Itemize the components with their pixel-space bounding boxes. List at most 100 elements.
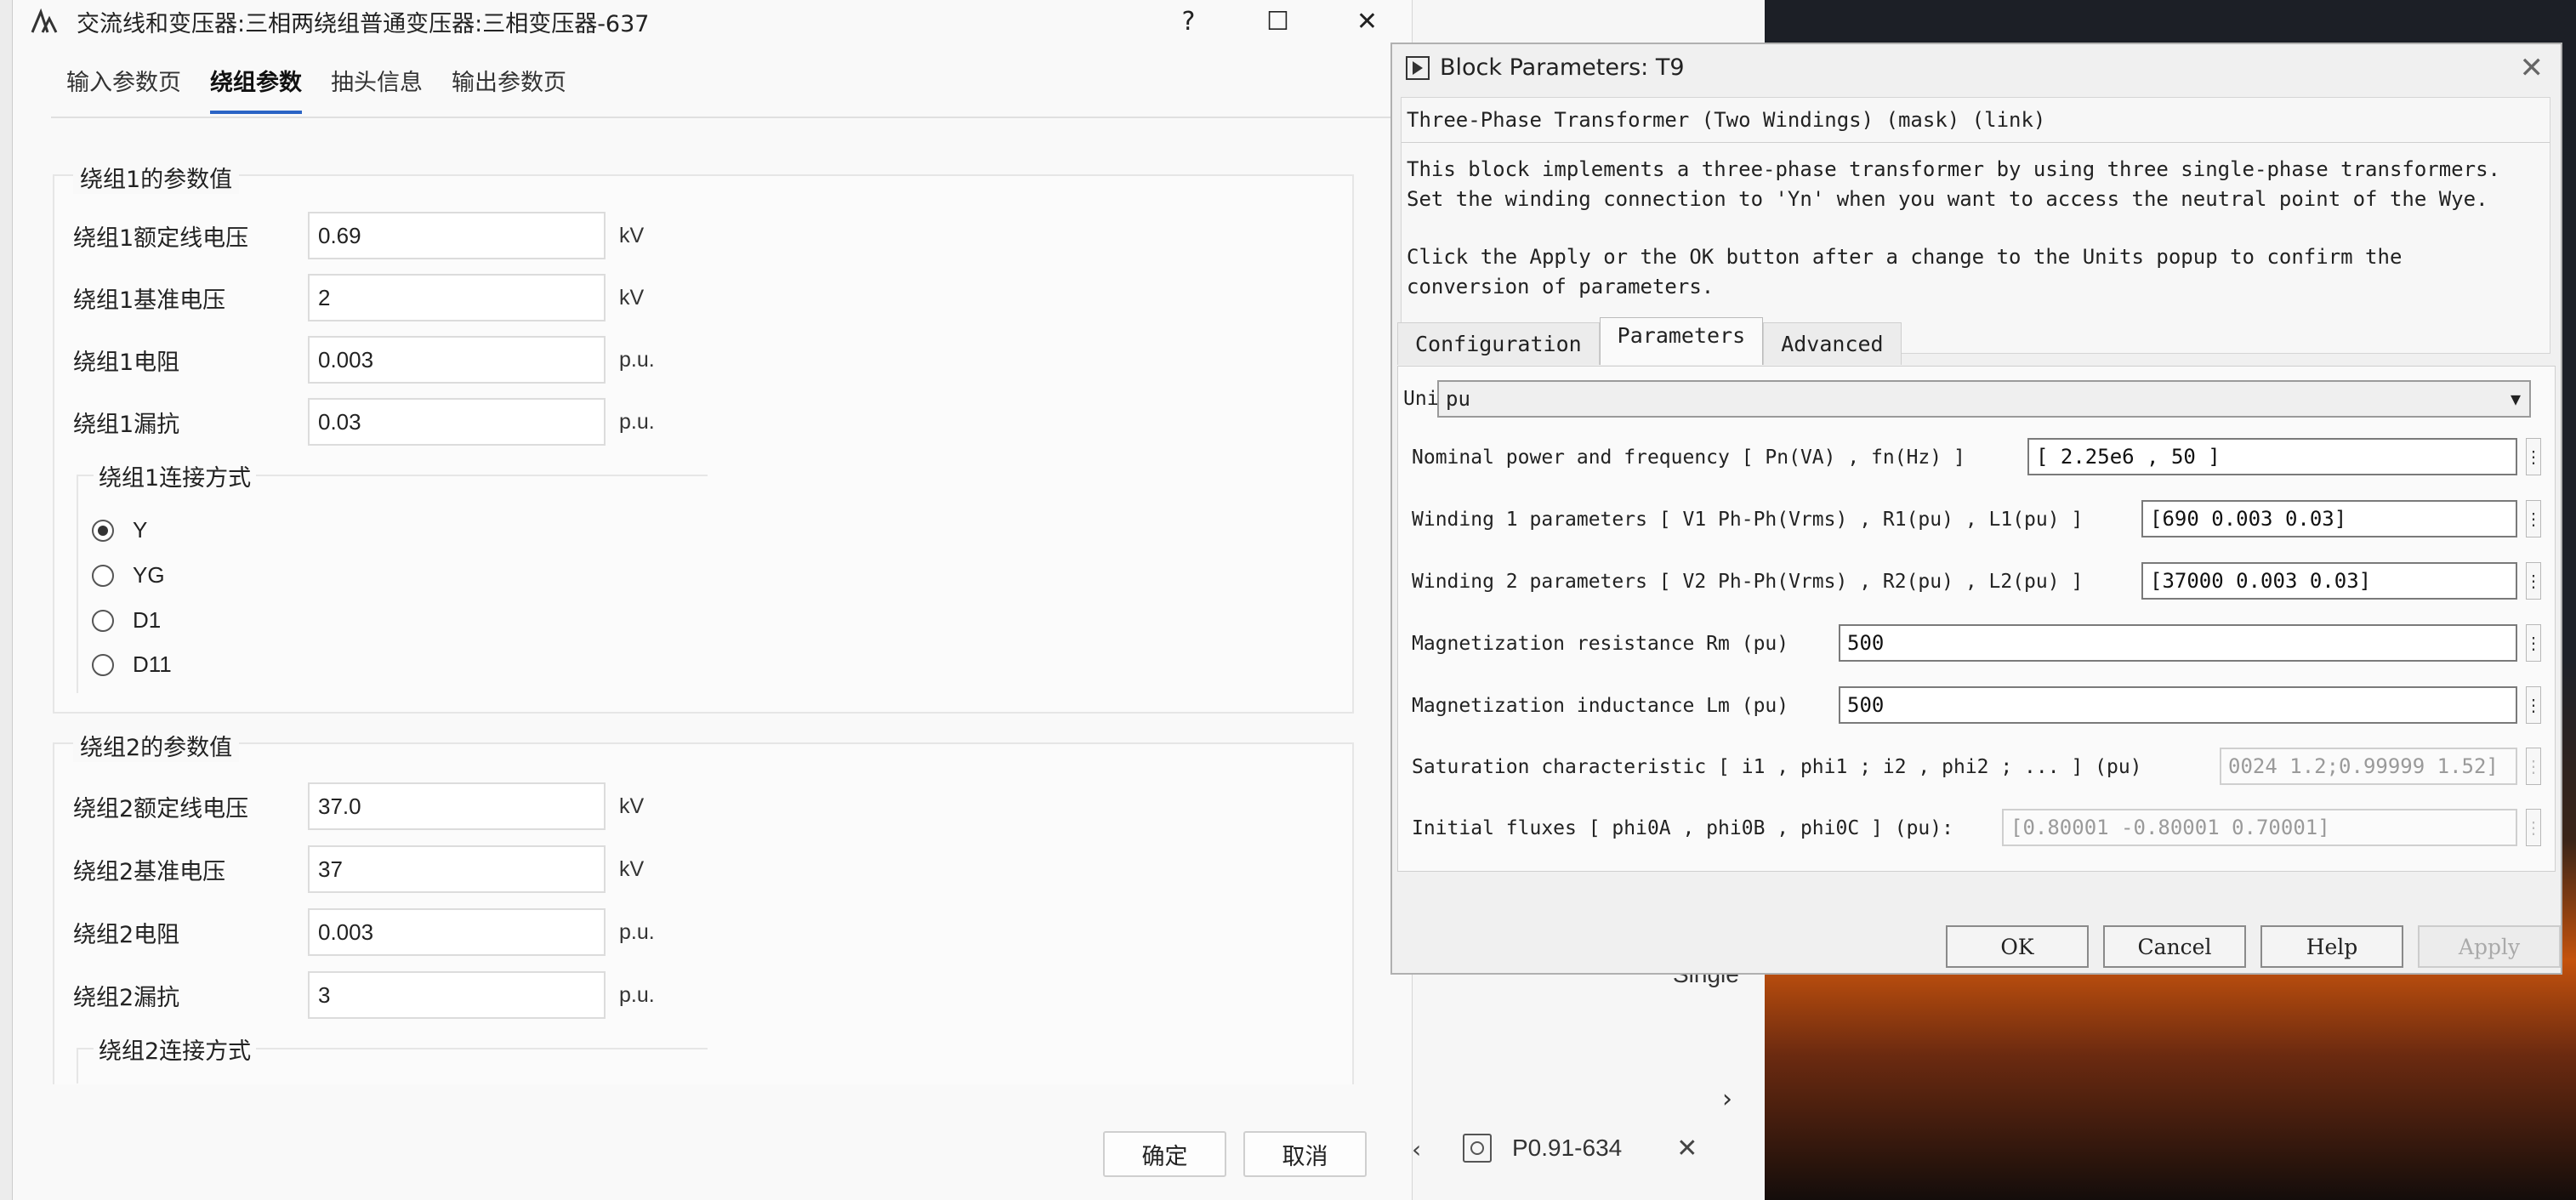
field-label: 绕组2基准电压 — [73, 858, 226, 885]
field-label: 绕组1基准电压 — [73, 287, 226, 314]
initial-fluxes-input[interactable]: [0.80001 -0.80001 0.70001] — [2002, 809, 2517, 846]
tab-output-params[interactable]: 输出参数页 — [452, 64, 566, 114]
winding1-base-voltage-row: 绕组1基准电压 2 kV — [73, 272, 644, 323]
winding1-resistance-row: 绕组1电阻 0.003 p.u. — [73, 334, 655, 385]
radio-icon — [92, 609, 114, 632]
param-label: Saturation characteristic [ i1 , phi1 ; … — [1412, 756, 2142, 778]
saturation-input[interactable]: 0024 1.2;0.99999 1.52] — [2220, 748, 2517, 785]
winding2-reactance-row: 绕组2漏抗 3 p.u. — [73, 970, 655, 1021]
bp-title: Block Parameters: T9 — [1440, 54, 1685, 81]
param-label: Winding 2 parameters [ V2 Ph-Ph(Vrms) , … — [1412, 571, 2084, 593]
param-label: Magnetization resistance Rm (pu) — [1412, 633, 1789, 655]
nominal-power-input[interactable]: [ 2.25e6 , 50 ] — [2027, 438, 2517, 475]
radio-selected-icon — [92, 519, 114, 542]
unit-label: p.u. — [619, 919, 655, 944]
magnetization-resistance-input[interactable]: 500 — [1839, 624, 2517, 662]
winding2-reactance-input[interactable]: 3 — [308, 971, 606, 1019]
magnetization-resistance-label: Magnetization resistance Rm (pu) — [1412, 624, 1788, 663]
winding1-resistance-input[interactable]: 0.003 — [308, 336, 606, 384]
field-label: 绕组2漏抗 — [73, 984, 180, 1011]
winding1-params-input[interactable]: [690 0.003 0.03] — [2141, 500, 2517, 537]
mask-title: Three-Phase Transformer (Two Windings) (… — [1407, 108, 2046, 132]
unit-label: kV — [619, 223, 645, 247]
units-select-value: pu — [1446, 387, 1470, 411]
window-edge — [0, 0, 13, 1200]
mask-description-panel: Three-Phase Transformer (Two Windings) (… — [1401, 97, 2550, 354]
description-line: Set the winding connection to 'Yn' when … — [1407, 187, 2488, 211]
winding2-params-label: Winding 2 parameters [ V2 Ph-Ph(Vrms) , … — [1412, 562, 2083, 601]
unit-label: p.u. — [619, 347, 655, 372]
field-label: 绕组2电阻 — [73, 921, 180, 948]
more-options-icon[interactable]: ⋮ — [2525, 748, 2542, 785]
param-label: Winding 1 parameters [ V1 Ph-Ph(Vrms) , … — [1412, 509, 2084, 531]
help-button[interactable]: ? — [1144, 0, 1233, 43]
radio-d11[interactable]: D11 — [92, 651, 172, 678]
unit-label: kV — [619, 285, 645, 310]
field-label: 绕组1额定线电压 — [73, 225, 249, 252]
field-label: 绕组1电阻 — [73, 349, 180, 376]
block-parameters-dialog: Block Parameters: T9 ✕ Three-Phase Trans… — [1390, 43, 2562, 975]
app-logo-icon — [31, 8, 61, 34]
cancel-button[interactable]: Cancel — [2103, 925, 2246, 968]
more-options-icon[interactable]: ⋮ — [2525, 500, 2542, 537]
winding2-connection-box: 绕组2连接方式 — [77, 1032, 708, 1083]
radio-d1[interactable]: D1 — [92, 607, 161, 634]
scroll-right-arrow-icon[interactable]: › — [1722, 1084, 1732, 1114]
unit-label: p.u. — [619, 982, 655, 1007]
saturation-label: Saturation characteristic [ i1 , phi1 ; … — [1412, 748, 2142, 787]
tab-close-icon[interactable]: ✕ — [1676, 1134, 1697, 1163]
more-options-icon[interactable]: ⋮ — [2525, 686, 2542, 724]
background-tab[interactable]: P0.91-634 ✕ — [1412, 1123, 1765, 1174]
more-options-icon[interactable]: ⋮ — [2525, 562, 2542, 600]
winding1-rated-voltage-input[interactable]: 0.69 — [308, 212, 606, 259]
description-line: conversion of parameters. — [1407, 275, 1714, 299]
tab-input-params[interactable]: 输入参数页 — [66, 64, 181, 114]
dropdown-caret-icon: ▼ — [2510, 389, 2521, 409]
winding1-rated-voltage-row: 绕组1额定线电压 0.69 kV — [73, 210, 644, 261]
winding2-resistance-input[interactable]: 0.003 — [308, 908, 606, 956]
units-select[interactable]: pu ▼ — [1437, 380, 2531, 418]
tab-winding-params[interactable]: 绕组参数 — [210, 64, 302, 114]
block-icon — [1463, 1134, 1492, 1163]
bp-title-bar[interactable]: Block Parameters: T9 — [1406, 54, 1685, 81]
tab-bar: 输入参数页 绕组参数 抽头信息 输出参数页 — [66, 64, 566, 114]
ok-button[interactable]: OK — [1946, 925, 2089, 968]
help-button[interactable]: Help — [2260, 925, 2403, 968]
more-options-icon[interactable]: ⋮ — [2525, 438, 2542, 475]
tab-divider — [51, 117, 1403, 118]
field-label: 绕组1漏抗 — [73, 411, 180, 438]
close-button[interactable]: ✕ — [1322, 0, 1412, 43]
apply-button[interactable]: Apply — [2418, 925, 2561, 968]
cancel-button[interactable]: 取消 — [1243, 1131, 1367, 1177]
radio-yg[interactable]: YG — [92, 562, 165, 589]
winding2-connection-title: 绕组2连接方式 — [94, 1032, 257, 1066]
param-label: Nominal power and frequency [ Pn(VA) , f… — [1412, 446, 1965, 469]
magnetization-inductance-input[interactable]: 500 — [1839, 686, 2517, 724]
param-label: Magnetization inductance Lm (pu) — [1412, 695, 1789, 717]
param-label: Initial fluxes [ phi0A , phi0B , phi0C ]… — [1412, 817, 1953, 839]
radio-label: YG — [133, 562, 165, 588]
winding2-params-input[interactable]: [37000 0.003 0.03] — [2141, 562, 2517, 600]
field-label: 绕组2额定线电压 — [73, 795, 249, 822]
close-icon[interactable]: ✕ — [2520, 51, 2545, 85]
winding1-reactance-row: 绕组1漏抗 0.03 p.u. — [73, 396, 655, 447]
radio-icon — [92, 564, 114, 587]
tab-tap-info[interactable]: 抽头信息 — [331, 64, 423, 114]
winding1-connection-title: 绕组1连接方式 — [94, 459, 257, 492]
winding2-rated-voltage-input[interactable]: 37.0 — [308, 782, 606, 830]
winding1-reactance-input[interactable]: 0.03 — [308, 398, 606, 446]
more-options-icon[interactable]: ⋮ — [2525, 809, 2542, 846]
maximize-button[interactable]: ☐ — [1233, 0, 1322, 43]
winding1-base-voltage-input[interactable]: 2 — [308, 274, 606, 321]
tab-advanced[interactable]: Advanced — [1763, 322, 1902, 365]
description-line: This block implements a three-phase tran… — [1407, 157, 2500, 181]
radio-y[interactable]: Y — [92, 517, 147, 543]
tab-configuration[interactable]: Configuration — [1397, 322, 1600, 365]
tab-parameters[interactable]: Parameters — [1599, 317, 1764, 365]
dialog-title: 交流线和变压器:三相两绕组普通变压器:三相变压器-637 — [77, 10, 650, 37]
winding2-base-voltage-input[interactable]: 37 — [308, 845, 606, 893]
dialog-title-bar[interactable]: 交流线和变压器:三相两绕组普通变压器:三相变压器-637 ? ☐ ✕ — [17, 0, 1412, 43]
more-options-icon[interactable]: ⋮ — [2525, 624, 2542, 662]
ok-button[interactable]: 确定 — [1103, 1131, 1226, 1177]
winding2-group-title: 绕组2的参数值 — [73, 729, 240, 762]
